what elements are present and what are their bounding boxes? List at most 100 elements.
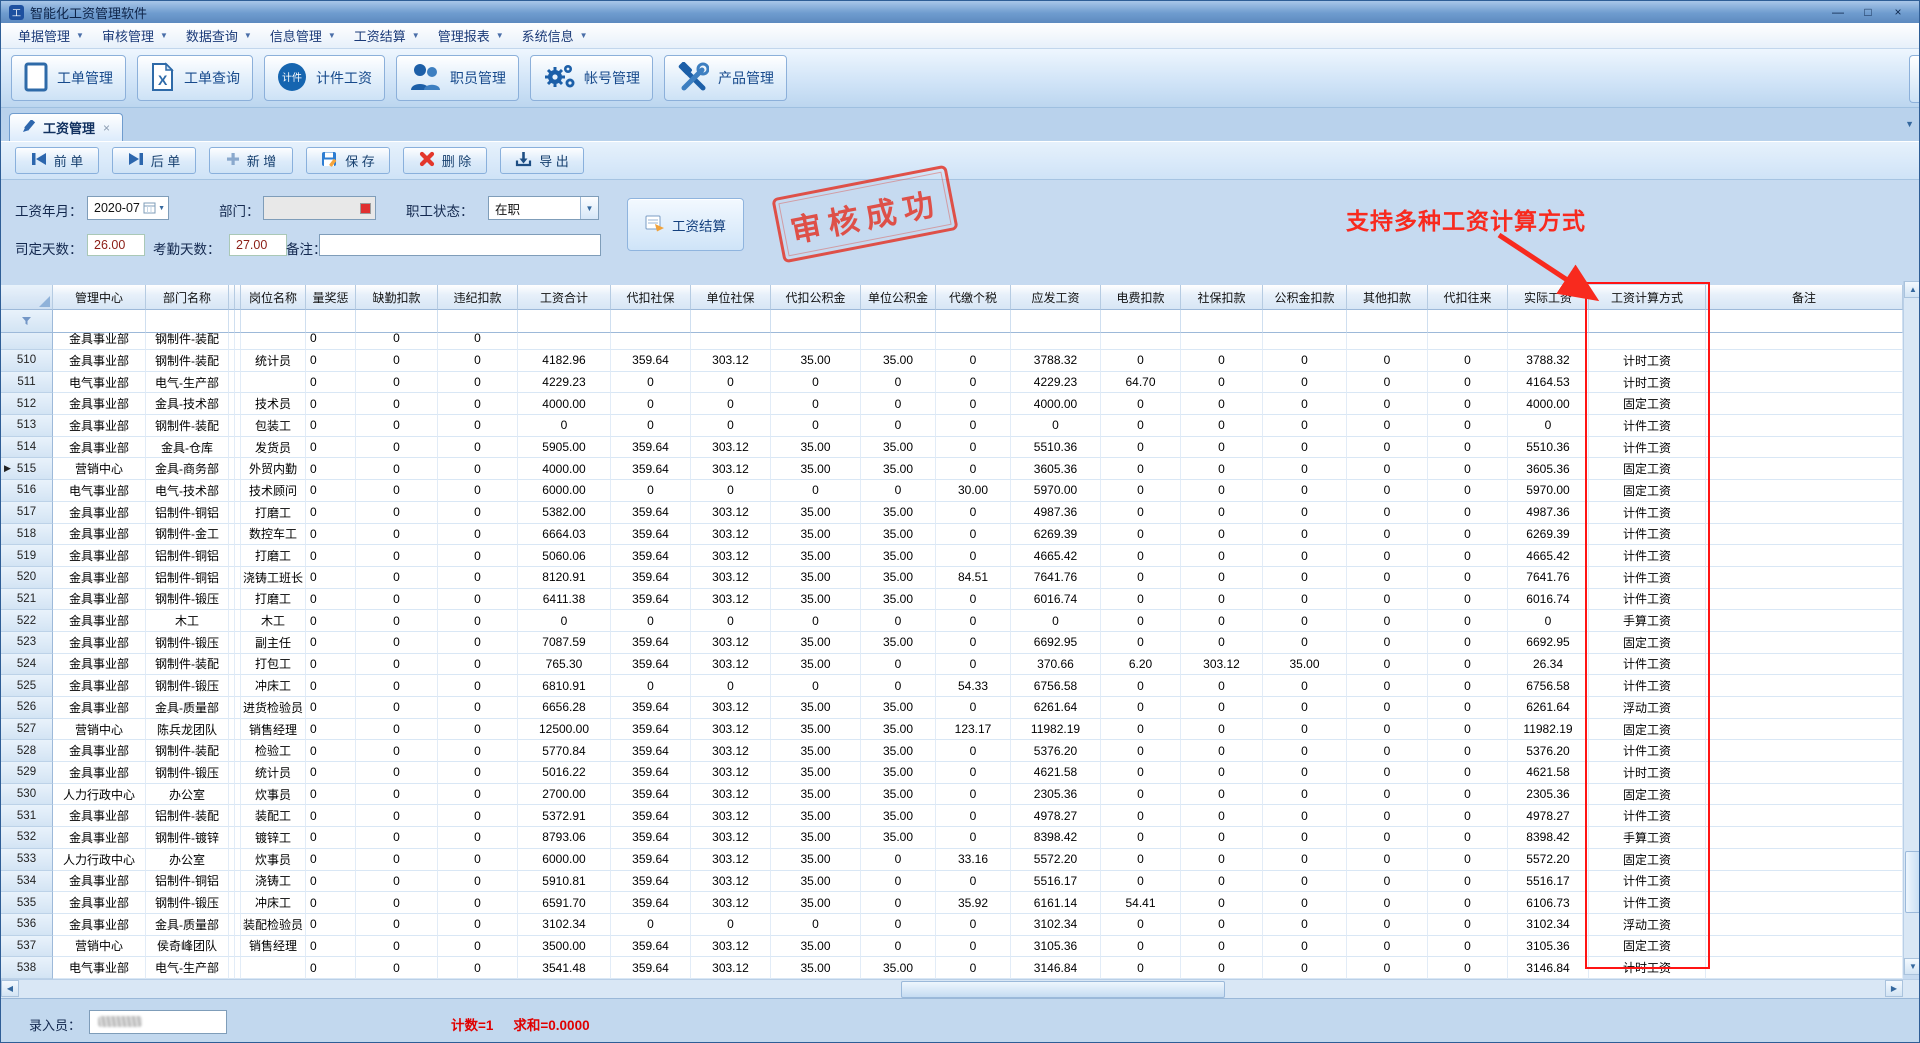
table-cell[interactable]: 303.12 [691,936,771,958]
menu-item-system[interactable]: 系统信息▼ [513,23,597,48]
menu-item-audit[interactable]: 审核管理▼ [93,23,177,48]
table-cell[interactable]: 0 [306,567,356,589]
table-cell[interactable]: 0 [771,914,861,936]
row-indicator[interactable]: 536 [1,914,53,936]
table-cell[interactable]: 0 [356,415,438,437]
table-cell[interactable]: 0 [306,524,356,546]
table-cell[interactable]: 0 [438,415,518,437]
table-cell[interactable] [1428,333,1508,350]
table-cell[interactable]: 金具事业部 [53,762,146,784]
table-cell[interactable]: 6000.00 [518,849,611,871]
table-cell[interactable]: 0 [438,719,518,741]
table-cell[interactable]: 金具事业部 [53,415,146,437]
table-cell[interactable]: 金具事业部 [53,333,146,350]
row-indicator[interactable]: 511 [1,372,53,394]
table-row[interactable]: 528金具事业部钢制件-装配检验工0005770.84359.64303.123… [1,740,1903,762]
table-cell[interactable]: 359.64 [611,524,691,546]
table-cell[interactable]: 35.00 [861,697,936,719]
table-cell[interactable]: 303.12 [691,350,771,372]
table-cell[interactable]: 0 [861,849,936,871]
table-cell[interactable] [1706,372,1903,394]
row-indicator[interactable]: 524 [1,654,53,676]
table-cell[interactable]: 检验工 [241,740,306,762]
table-cell[interactable]: 陈兵龙团队 [146,719,229,741]
table-cell[interactable]: 0 [438,610,518,632]
table-cell[interactable]: 钢制件-装配 [146,415,229,437]
table-cell[interactable]: 0 [1101,632,1181,654]
table-cell[interactable] [1706,502,1903,524]
table-cell[interactable]: 金具事业部 [53,632,146,654]
table-cell[interactable]: 35.00 [771,871,861,893]
column-header[interactable]: 电费扣款 [1101,285,1181,310]
table-cell[interactable] [1706,936,1903,958]
table-cell[interactable]: 0 [1181,936,1263,958]
table-cell[interactable]: 0 [1263,502,1347,524]
table-cell[interactable]: 6269.39 [1011,524,1101,546]
filter-cell[interactable] [518,310,611,333]
vertical-scrollbar[interactable]: ▲ ▼ [1903,281,1920,975]
table-cell[interactable]: 0 [1101,871,1181,893]
table-cell[interactable]: 镀锌工 [241,827,306,849]
table-cell[interactable]: 金具-仓库 [146,437,229,459]
table-cell[interactable]: 35.00 [861,719,936,741]
table-cell[interactable]: 0 [1101,437,1181,459]
column-header[interactable]: 公积金扣款 [1263,285,1347,310]
table-cell[interactable] [1706,697,1903,719]
table-cell[interactable]: 0 [1428,393,1508,415]
table-cell[interactable]: 电气事业部 [53,957,146,979]
table-cell[interactable]: 0 [861,610,936,632]
table-cell[interactable]: 35.00 [771,350,861,372]
table-cell[interactable]: 0 [1101,610,1181,632]
table-cell[interactable]: 木工 [241,610,306,632]
table-cell[interactable]: 3605.36 [1011,458,1101,480]
table-cell[interactable]: 0 [1263,675,1347,697]
table-row[interactable]: 512金具事业部金具-技术部技术员0004000.00000004000.000… [1,393,1903,415]
table-cell[interactable]: 0 [306,892,356,914]
table-cell[interactable]: 0 [306,589,356,611]
table-cell[interactable]: 0 [356,333,438,350]
table-cell[interactable]: 0 [1428,502,1508,524]
table-cell[interactable]: 0 [1347,393,1428,415]
table-cell[interactable]: 0 [936,654,1011,676]
table-cell[interactable]: 6810.91 [518,675,611,697]
calendar-icon[interactable]: ▼ [143,202,168,214]
table-cell[interactable]: 303.12 [691,589,771,611]
table-cell[interactable]: 金具事业部 [53,675,146,697]
table-cell[interactable]: 0 [1428,871,1508,893]
table-cell[interactable]: 0 [1101,805,1181,827]
table-cell[interactable]: 0 [1428,936,1508,958]
table-cell[interactable]: 营销中心 [53,719,146,741]
table-cell[interactable]: 0 [1263,740,1347,762]
table-cell[interactable]: 303.12 [691,545,771,567]
table-cell[interactable]: 303.12 [691,740,771,762]
table-cell[interactable]: 2305.36 [1508,784,1589,806]
table-cell[interactable]: 0 [861,480,936,502]
table-cell[interactable]: 0 [611,914,691,936]
table-cell[interactable]: 0 [1181,610,1263,632]
menu-item-settlement[interactable]: 工资结算▼ [345,23,429,48]
table-cell[interactable]: 计件工资 [1589,654,1706,676]
table-cell[interactable]: 铝制件-铜铝 [146,567,229,589]
table-cell[interactable] [241,957,306,979]
table-cell[interactable]: 0 [1181,914,1263,936]
table-cell[interactable]: 侯奇峰团队 [146,936,229,958]
table-cell[interactable]: 303.12 [691,567,771,589]
table-row[interactable]: 521金具事业部钢制件-锻压打磨工0006411.38359.64303.123… [1,589,1903,611]
table-cell[interactable]: 0 [936,871,1011,893]
table-cell[interactable]: 6016.74 [1011,589,1101,611]
table-cell[interactable]: 0 [611,480,691,502]
table-cell[interactable]: 打磨工 [241,589,306,611]
table-cell[interactable]: 35.00 [1263,654,1347,676]
table-cell[interactable]: 0 [356,675,438,697]
table-cell[interactable]: 0 [936,524,1011,546]
table-cell[interactable]: 303.12 [691,524,771,546]
table-cell[interactable]: 0 [1428,654,1508,676]
table-cell[interactable]: 0 [1101,567,1181,589]
table-cell[interactable]: 4164.53 [1508,372,1589,394]
table-cell[interactable]: 6261.64 [1508,697,1589,719]
table-cell[interactable]: 4000.00 [1011,393,1101,415]
table-cell[interactable]: 0 [356,545,438,567]
table-cell[interactable]: 0 [1347,762,1428,784]
table-cell[interactable]: 0 [1101,393,1181,415]
table-cell[interactable]: 5516.17 [1011,871,1101,893]
